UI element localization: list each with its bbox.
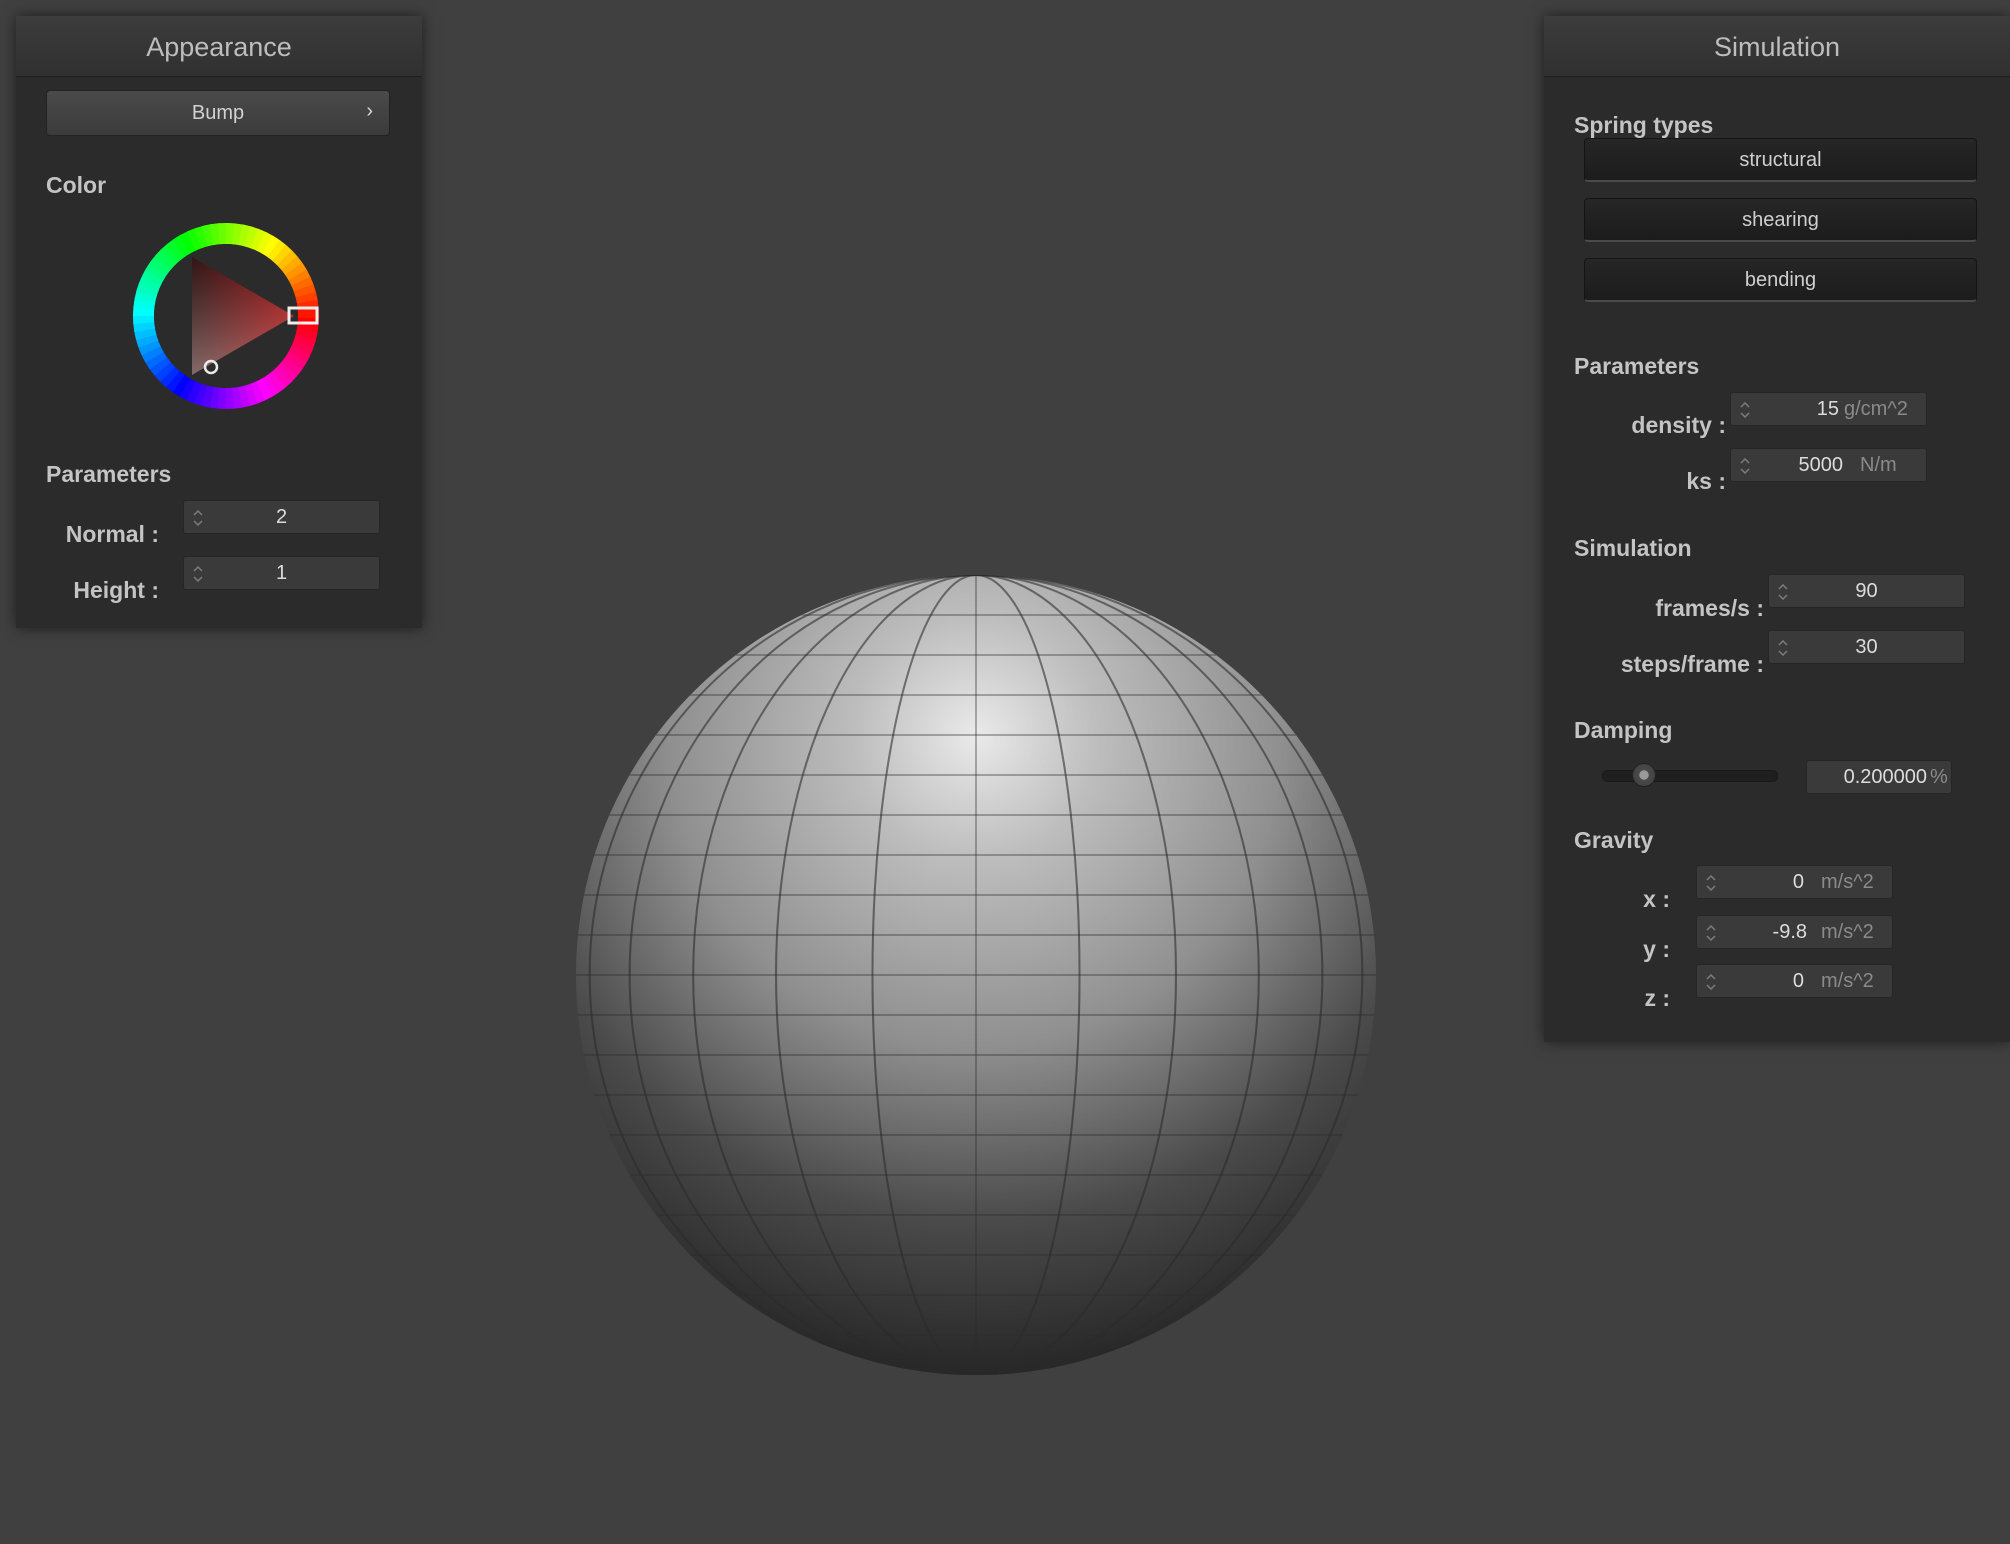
damping-slider-knob[interactable]	[1632, 763, 1656, 787]
density-label: density :	[1631, 412, 1726, 438]
damping-slider-track	[1602, 770, 1778, 782]
fps-field[interactable]: 90	[1768, 574, 1965, 608]
ks-field[interactable]: 5000 N/m	[1730, 448, 1927, 482]
spinner-arrows-icon[interactable]	[1705, 968, 1717, 996]
chevron-right-icon: ›	[366, 100, 373, 122]
ks-label: ks :	[1686, 468, 1726, 494]
appearance-panel: Appearance Bump › Color Parameters Norma…	[16, 16, 422, 628]
structural-button[interactable]: structural	[1584, 138, 1977, 182]
gravity-y-unit: m/s^2	[1821, 921, 1874, 943]
color-wheel-graphic	[133, 223, 319, 409]
fps-label: frames/s :	[1655, 595, 1764, 621]
damping-unit: %	[1930, 766, 1948, 788]
height-value: 1	[275, 562, 288, 584]
gravity-z-unit: m/s^2	[1821, 970, 1874, 992]
simulation-section-title: Simulation	[1574, 535, 1692, 561]
ks-value: 5000	[1798, 454, 1844, 476]
bump-mode-label: Bump	[191, 102, 245, 124]
gravity-y-value: -9.8	[1772, 921, 1807, 943]
gravity-x-label: x :	[1643, 886, 1670, 912]
simulation-parameters-title: Parameters	[1574, 353, 1700, 379]
gravity-x-value: 0	[1792, 871, 1804, 893]
height-label: Height :	[73, 577, 159, 603]
normal-label: Normal :	[65, 521, 159, 547]
shearing-button[interactable]: shearing	[1584, 198, 1977, 242]
spinner-arrows-icon[interactable]	[1705, 919, 1717, 947]
simulation-panel-title: Simulation	[1544, 16, 2010, 77]
gravity-x-field[interactable]: 0 m/s^2	[1696, 865, 1893, 899]
spinner-arrows-icon[interactable]	[1705, 869, 1717, 897]
bump-mode-button[interactable]: Bump ›	[46, 90, 390, 136]
steps-field[interactable]: 30	[1768, 630, 1965, 664]
gravity-y-label: y :	[1643, 936, 1670, 962]
gravity-z-field[interactable]: 0 m/s^2	[1696, 964, 1893, 998]
damping-field[interactable]: 0.200000 %	[1806, 760, 1952, 794]
ks-unit: N/m	[1860, 454, 1897, 476]
damping-title: Damping	[1574, 717, 1673, 743]
spring-types-title: Spring types	[1574, 112, 1714, 138]
gravity-title: Gravity	[1574, 827, 1654, 853]
normal-field[interactable]: 2	[183, 500, 380, 534]
damping-slider[interactable]	[1602, 760, 1778, 790]
gravity-z-value: 0	[1792, 970, 1804, 992]
damping-value: 0.200000	[1843, 766, 1927, 788]
steps-value: 30	[1855, 636, 1878, 658]
gravity-y-field[interactable]: -9.8 m/s^2	[1696, 915, 1893, 949]
spinner-arrows-icon[interactable]	[1739, 452, 1751, 480]
normal-value: 2	[275, 506, 288, 528]
steps-label: steps/frame :	[1620, 651, 1764, 677]
gravity-z-label: z :	[1644, 985, 1670, 1011]
bending-button[interactable]: bending	[1584, 258, 1977, 302]
simulation-panel: Simulation Spring types structural shear…	[1544, 16, 2010, 1042]
density-field[interactable]: 15 g/cm^2	[1730, 392, 1927, 426]
density-unit: g/cm^2	[1844, 398, 1908, 420]
color-section-title: Color	[46, 172, 107, 198]
appearance-parameters-title: Parameters	[46, 461, 172, 487]
spinner-arrows-icon[interactable]	[1739, 396, 1751, 424]
height-field[interactable]: 1	[183, 556, 380, 590]
appearance-panel-title: Appearance	[16, 16, 422, 77]
density-value: 15	[1816, 398, 1839, 420]
color-wheel[interactable]	[131, 221, 321, 411]
gravity-x-unit: m/s^2	[1821, 871, 1874, 893]
fps-value: 90	[1855, 580, 1878, 602]
